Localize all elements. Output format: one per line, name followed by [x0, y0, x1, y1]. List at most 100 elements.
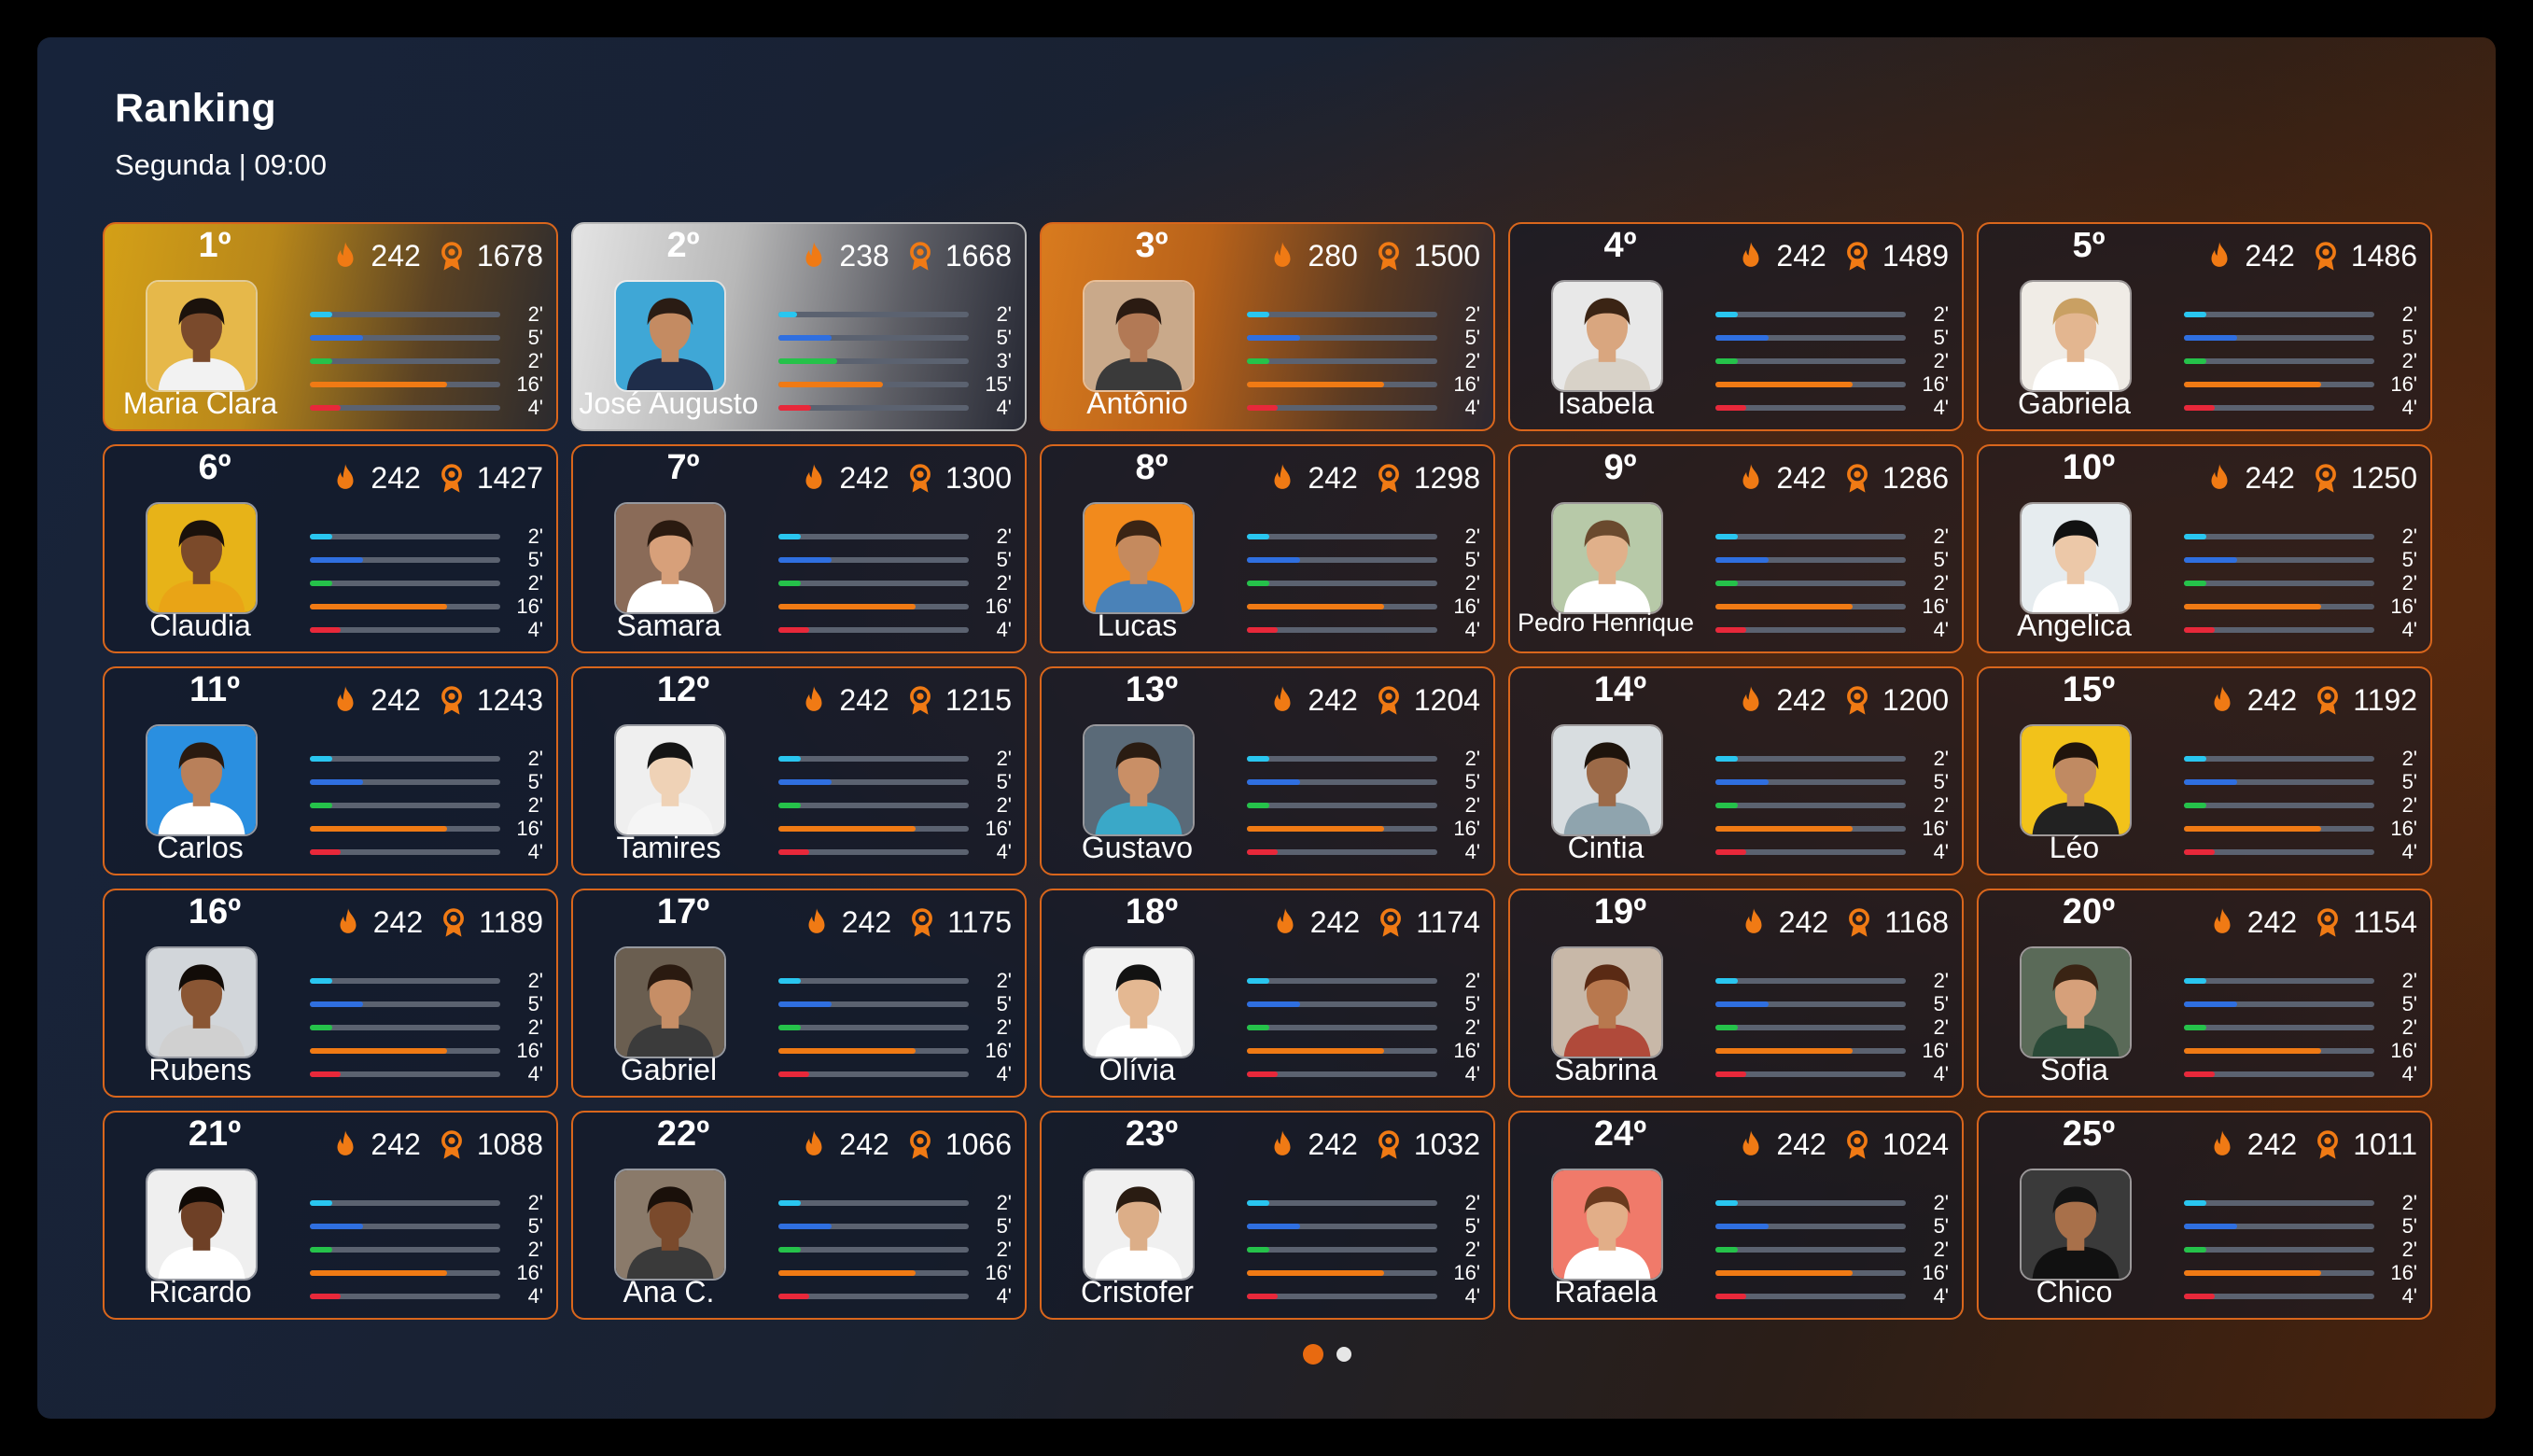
stat-bar-label: 5'	[527, 1213, 543, 1238]
stat-bar-fill	[778, 848, 809, 855]
stat-bar-row: 4'	[778, 840, 1012, 863]
player-card[interactable]: 13º Gustavo 242 1204 2' 5' 2' 16' 4'	[1040, 666, 1495, 875]
stat-bar-row: 2'	[1715, 1015, 1949, 1039]
stat-bar-track	[310, 977, 500, 984]
flame-count: 242	[371, 683, 421, 717]
player-card[interactable]: 6º Claudia 242 1427 2' 5' 2' 16' 4'	[103, 444, 558, 653]
page-dot-active[interactable]	[1303, 1344, 1323, 1365]
player-card[interactable]: 14º Cintia 242 1200 2' 5' 2' 16' 4'	[1508, 666, 1964, 875]
avatar	[146, 946, 258, 1058]
stat-bar-track	[2184, 1199, 2374, 1206]
player-card[interactable]: 21º Ricardo 242 1088 2' 5' 2' 16' 4'	[103, 1111, 558, 1320]
points: 1168	[1884, 905, 1949, 939]
stat-bar-track	[1247, 977, 1437, 984]
stat-bar-track	[1715, 825, 1906, 832]
player-name: Cintia	[1567, 831, 1644, 864]
stat-bar-label: 2'	[2401, 570, 2417, 595]
stat-bar-track	[1715, 778, 1906, 785]
medal-icon	[1375, 241, 1403, 273]
player-card[interactable]: 9º Pedro Henrique 242 1286 2' 5' 2' 16' 4'	[1508, 444, 1964, 653]
stat-bar-label: 16'	[516, 594, 543, 618]
stat-bars: 2' 5' 2' 16' 4'	[1715, 969, 1949, 1085]
player-card[interactable]: 2º José Augusto 238 1668 2' 5' 3' 15' 4'	[571, 222, 1027, 431]
player-card[interactable]: 7º Samara 242 1300 2' 5' 2' 16' 4'	[571, 444, 1027, 653]
stat-bar-fill	[778, 1223, 833, 1229]
player-card[interactable]: 23º Cristofer 242 1032 2' 5' 2' 16' 4'	[1040, 1111, 1495, 1320]
player-card[interactable]: 12º Tamires 242 1215 2' 5' 2' 16' 4'	[571, 666, 1027, 875]
stat-bar-label: 5'	[1464, 1213, 1480, 1238]
points: 1032	[1413, 1127, 1480, 1161]
player-name: Angelica	[2017, 609, 2132, 642]
player-card[interactable]: 15º Léo 242 1192 2' 5' 2' 16' 4'	[1977, 666, 2432, 875]
stat-bar-track	[1247, 778, 1437, 785]
stat-bar-row: 16'	[1247, 817, 1480, 840]
player-card[interactable]: 8º Lucas 242 1298 2' 5' 2' 16' 4'	[1040, 444, 1495, 653]
flame-icon	[331, 241, 359, 273]
medal-icon	[438, 463, 466, 495]
stat-bar-track	[1247, 848, 1437, 855]
player-card[interactable]: 18º Olívia 242 1174 2' 5' 2' 16' 4'	[1040, 889, 1495, 1098]
stat-bar-row: 5'	[310, 326, 543, 349]
player-card[interactable]: 5º Gabriela 242 1486 2' 5' 2' 16' 4'	[1977, 222, 2432, 431]
stat-bar-fill	[778, 580, 802, 586]
stat-bars: 2' 5' 2' 16' 4'	[1715, 747, 1949, 863]
points: 1215	[945, 683, 1012, 717]
stat-bar-track	[310, 334, 500, 341]
stat-bar-fill	[778, 357, 838, 364]
flame-icon	[1268, 463, 1296, 495]
player-card[interactable]: 3º Antônio 280 1500 2' 5' 2' 16' 4'	[1040, 222, 1495, 431]
stat-bar-track	[778, 825, 969, 832]
stat-bar-row: 2'	[1247, 793, 1480, 817]
page-dot-inactive[interactable]	[1336, 1347, 1351, 1362]
player-name: Cristofer	[1081, 1275, 1194, 1309]
player-card[interactable]: 17º Gabriel 242 1175 2' 5' 2' 16' 4'	[571, 889, 1027, 1098]
flame-icon	[334, 907, 362, 939]
player-stats: 242 1486	[2205, 239, 2417, 273]
stat-bar-track	[2184, 802, 2374, 808]
stat-bar-row: 2'	[1715, 525, 1949, 548]
player-card[interactable]: 16º Rubens 242 1189 2' 5' 2' 16' 4'	[103, 889, 558, 1098]
stat-bar-row: 4'	[310, 618, 543, 641]
stat-bar-track	[1247, 1071, 1437, 1077]
stat-bar-label: 16'	[1922, 371, 1949, 396]
stat-bar-row: 5'	[778, 1214, 1012, 1238]
player-card[interactable]: 10º Angelica 242 1250 2' 5' 2' 16' 4'	[1977, 444, 2432, 653]
rank-position: 2º	[666, 226, 700, 265]
avatar	[614, 502, 726, 614]
stat-bar-fill	[2184, 1024, 2207, 1030]
rank-position: 5º	[2072, 226, 2106, 265]
stat-bar-fill	[310, 357, 333, 364]
stat-bar-label: 2'	[996, 524, 1012, 548]
rank-position: 1º	[198, 226, 231, 265]
player-card[interactable]: 24º Rafaela 242 1024 2' 5' 2' 16' 4'	[1508, 1111, 1964, 1320]
player-card[interactable]: 20º Sofia 242 1154 2' 5' 2' 16' 4'	[1977, 889, 2432, 1098]
stat-bars: 2' 5' 2' 16' 4'	[1247, 969, 1480, 1085]
player-stats: 242 1175	[803, 905, 1012, 940]
stat-bar-label: 4'	[1933, 395, 1949, 419]
stat-bar-label: 5'	[2401, 1213, 2417, 1238]
player-card[interactable]: 1º Maria Clara 242 1678 2' 5' 2' 16' 4'	[103, 222, 558, 431]
stat-bar-label: 4'	[2401, 1283, 2417, 1308]
stat-bar-fill	[1247, 357, 1270, 364]
points: 1175	[947, 905, 1012, 939]
stat-bar-fill	[1715, 1246, 1739, 1253]
stat-bar-label: 5'	[527, 991, 543, 1015]
player-name: Léo	[2049, 831, 2100, 864]
player-card[interactable]: 22º Ana C. 242 1066 2' 5' 2' 16' 4'	[571, 1111, 1027, 1320]
stat-bar-fill	[2184, 977, 2207, 984]
stat-bar-track	[1715, 755, 1906, 762]
stat-bar-track	[310, 311, 500, 317]
player-card[interactable]: 4º Isabela 242 1489 2' 5' 2' 16' 4'	[1508, 222, 1964, 431]
stat-bar-label: 16'	[516, 1260, 543, 1284]
stat-bar-fill	[310, 580, 333, 586]
stat-bar-track	[2184, 580, 2374, 586]
stat-bar-fill	[1715, 1199, 1739, 1206]
stat-bar-row: 4'	[778, 1284, 1012, 1308]
medal-icon	[1375, 685, 1403, 717]
player-card[interactable]: 25º Chico 242 1011 2' 5' 2' 16' 4'	[1977, 1111, 2432, 1320]
stat-bar-fill	[778, 778, 833, 785]
avatar	[1551, 280, 1663, 392]
stat-bar-label: 16'	[516, 1038, 543, 1062]
player-card[interactable]: 19º Sabrina 242 1168 2' 5' 2' 16' 4'	[1508, 889, 1964, 1098]
player-card[interactable]: 11º Carlos 242 1243 2' 5' 2' 16' 4'	[103, 666, 558, 875]
